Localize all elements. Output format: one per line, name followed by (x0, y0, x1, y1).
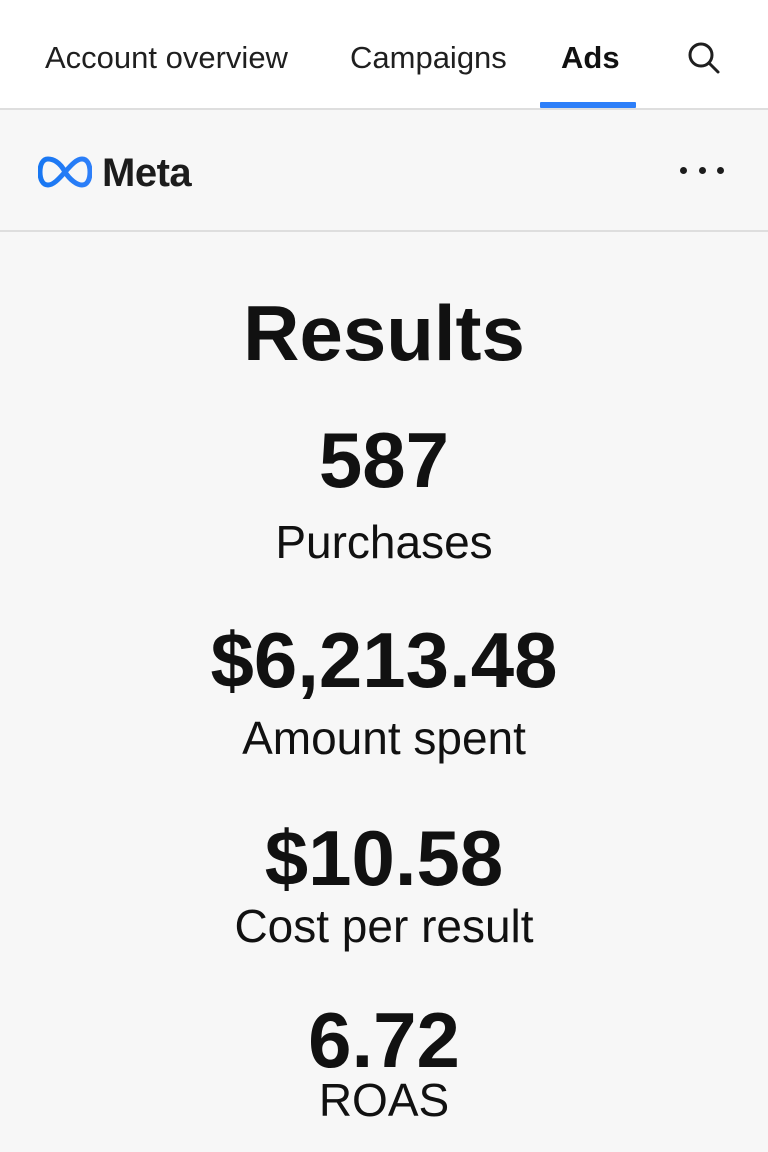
amount-spent-value: $6,213.48 (210, 616, 558, 704)
brand-header: Meta (0, 110, 768, 232)
roas-label: ROAS (318, 1074, 450, 1126)
more-options-icon (680, 166, 687, 174)
amount-spent-label: Amount spent (242, 712, 526, 764)
meta-logo-icon (38, 156, 92, 188)
brand-name: Meta (102, 151, 192, 195)
more-options-button[interactable] (680, 162, 724, 178)
cost-per-result-label: Cost per result (234, 900, 534, 952)
search-icon (688, 42, 720, 74)
tab-ads[interactable]: Ads (561, 38, 620, 78)
results-panel: Results 587 Purchases $6,213.48 Amount s… (0, 232, 768, 1152)
purchases-value: 587 (318, 416, 450, 504)
top-navigation: Account overview Campaigns Ads (0, 0, 768, 110)
tab-account-overview[interactable]: Account overview (45, 38, 288, 78)
cost-per-result-value: $10.58 (264, 814, 504, 902)
search-button[interactable] (684, 38, 724, 78)
roas-value: 6.72 (308, 996, 460, 1084)
purchases-label: Purchases (275, 516, 493, 568)
results-title: Results (243, 289, 525, 377)
active-tab-indicator (540, 102, 636, 108)
tab-campaigns[interactable]: Campaigns (350, 38, 507, 78)
